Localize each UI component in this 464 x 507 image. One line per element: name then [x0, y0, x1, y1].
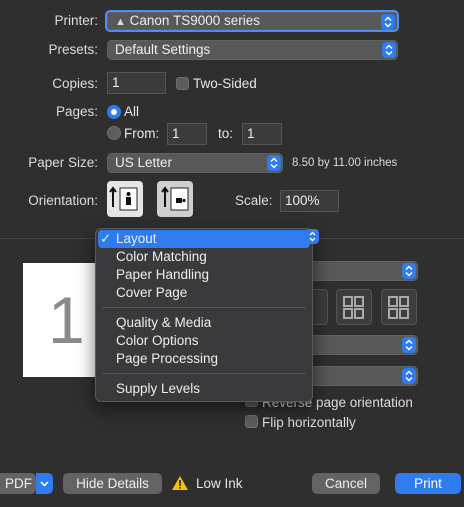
border-popup[interactable]	[300, 335, 418, 355]
layout-direction-button-2[interactable]	[336, 289, 372, 325]
orientation-label: Orientation:	[28, 193, 98, 208]
flip-horizontally-checkbox[interactable]	[245, 415, 258, 428]
cancel-button[interactable]: Cancel	[312, 473, 380, 494]
menu-item-label: Color Matching	[116, 249, 207, 264]
warning-icon	[171, 475, 189, 494]
menu-item-label: Supply Levels	[116, 381, 201, 396]
page-preview-number: 1	[48, 283, 85, 357]
printer-value: Canon TS9000 series	[129, 13, 260, 28]
checkmark-icon: ✓	[100, 231, 112, 246]
chevron-updown-icon	[267, 155, 281, 171]
copies-label: Copies:	[52, 76, 98, 91]
two-sided-label: Two-Sided	[193, 76, 257, 91]
all-pages-radio[interactable]	[107, 105, 121, 119]
from-pages-radio[interactable]	[107, 126, 121, 140]
menu-item-color-options[interactable]: Color Options	[96, 332, 312, 350]
menu-item-quality-media[interactable]: Quality & Media	[96, 314, 312, 332]
menu-item-label: Layout	[116, 231, 157, 246]
landscape-orientation-button[interactable]	[157, 181, 193, 217]
all-pages-label: All	[124, 104, 140, 119]
paper-size-label: Paper Size:	[28, 155, 98, 170]
print-button[interactable]: Print	[395, 473, 461, 494]
chevron-updown-icon	[381, 14, 395, 30]
menu-item-label: Color Options	[116, 333, 199, 348]
copies-field[interactable]: 1	[107, 72, 166, 94]
low-ink-label: Low Ink	[196, 476, 243, 491]
menu-item-page-processing[interactable]: Page Processing	[96, 350, 312, 368]
chevron-updown-icon	[402, 337, 416, 353]
pages-per-sheet-popup[interactable]	[300, 261, 418, 281]
menu-separator	[102, 307, 306, 308]
flip-horizontally-label: Flip horizontally	[262, 415, 356, 430]
menu-item-cover-page[interactable]: Cover Page	[96, 284, 312, 302]
two-sided-popup[interactable]	[300, 366, 418, 386]
from-label: From:	[124, 126, 160, 141]
menu-item-supply-levels[interactable]: Supply Levels	[96, 380, 312, 398]
menu-item-color-matching[interactable]: Color Matching	[96, 248, 312, 266]
chevron-updown-icon	[382, 42, 396, 58]
print-options-menu: ✓ Layout Color Matching Paper Handling C…	[95, 228, 313, 402]
printer-label: Printer:	[54, 13, 98, 28]
from-page-field[interactable]: 1	[167, 123, 207, 145]
warning-icon: ▲	[115, 16, 126, 28]
menu-separator	[102, 373, 306, 374]
paper-size-value: US Letter	[115, 155, 173, 170]
menu-item-label: Quality & Media	[116, 315, 212, 330]
to-page-field[interactable]: 1	[242, 123, 282, 145]
scale-field[interactable]: 100%	[280, 190, 339, 212]
menu-item-label: Page Processing	[116, 351, 219, 366]
to-label: to:	[218, 126, 234, 141]
paper-size-popup[interactable]: US Letter	[107, 153, 283, 173]
menu-item-label: Cover Page	[116, 285, 188, 300]
menu-item-paper-handling[interactable]: Paper Handling	[96, 266, 312, 284]
layout-direction-button-3[interactable]	[381, 289, 417, 325]
chevron-updown-icon	[306, 229, 319, 244]
layout-direction-icon	[388, 296, 409, 319]
landscape-icon	[161, 186, 189, 211]
pdf-label: PDF	[5, 476, 32, 491]
layout-direction-icon	[343, 296, 364, 319]
paper-dimensions: 8.50 by 11.00 inches	[292, 157, 398, 169]
portrait-orientation-button[interactable]	[107, 181, 143, 217]
menu-item-label: Paper Handling	[116, 267, 210, 282]
printer-popup[interactable]: ▲ Canon TS9000 series	[105, 10, 399, 32]
presets-value: Default Settings	[115, 42, 211, 57]
portrait-icon	[109, 186, 138, 211]
hide-details-button[interactable]: Hide Details	[63, 473, 162, 494]
two-sided-checkbox[interactable]	[176, 77, 189, 90]
presets-popup[interactable]: Default Settings	[107, 40, 398, 60]
chevron-updown-icon	[402, 368, 416, 384]
presets-label: Presets:	[48, 42, 98, 57]
pdf-button[interactable]: PDF	[0, 473, 36, 494]
chevron-down-icon[interactable]	[36, 473, 53, 494]
menu-item-layout[interactable]: ✓ Layout	[98, 230, 310, 248]
scale-label: Scale:	[235, 193, 273, 208]
pages-label: Pages:	[55, 104, 98, 119]
chevron-updown-icon	[402, 263, 416, 279]
